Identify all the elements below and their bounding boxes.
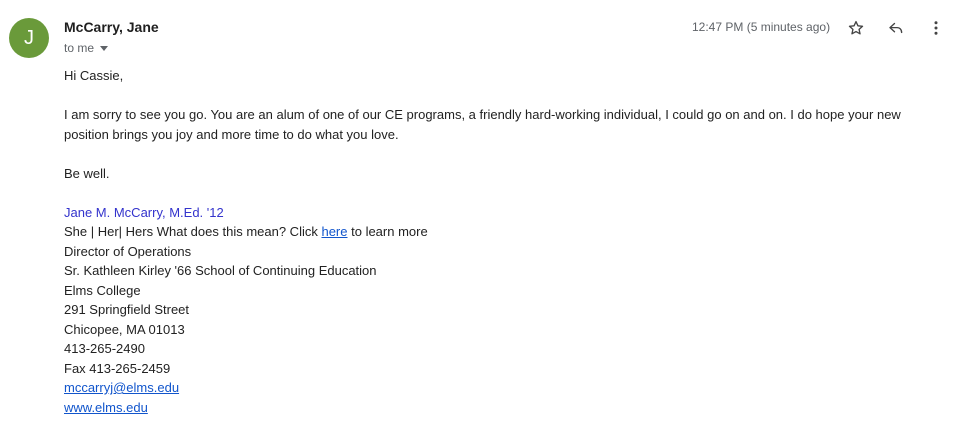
pronouns-suffix: to learn more <box>347 224 428 239</box>
greeting: Hi Cassie, <box>64 68 124 83</box>
signature-website-link[interactable]: www.elms.edu <box>64 400 148 415</box>
signature-name: Jane M. McCarry, M.Ed. '12 <box>64 204 224 220</box>
star-icon <box>848 20 864 35</box>
signature-city: Chicopee, MA 01013 <box>64 321 185 337</box>
message-body: Hi Cassie, I am sorry to see you go. You… <box>64 66 944 417</box>
signature-pronouns: She | Her| Hers What does this mean? Cli… <box>64 222 944 242</box>
caret-down-icon <box>100 46 109 51</box>
reply-button[interactable] <box>884 16 908 40</box>
closing: Be well. <box>64 165 110 181</box>
more-options-button[interactable] <box>924 16 948 40</box>
signature-email-link[interactable]: mccarryj@elms.edu <box>64 380 179 395</box>
avatar-letter: J <box>24 26 34 49</box>
more-vert-icon <box>934 21 938 35</box>
recipient-details-toggle[interactable]: to me <box>64 41 109 55</box>
signature-phone: 413-265-2490 <box>64 341 145 356</box>
signature-fax: Fax 413-265-2459 <box>64 360 171 376</box>
message-timestamp: 12:47 PM (5 minutes ago) <box>692 20 831 34</box>
recipient-label: to me <box>64 41 95 55</box>
signature-college: Elms College <box>64 282 141 298</box>
reply-icon <box>889 22 903 34</box>
pronouns-learn-more-link[interactable]: here <box>321 224 347 239</box>
star-button[interactable] <box>844 16 868 40</box>
paragraph-1: I am sorry to see you go. You are an alu… <box>64 107 901 142</box>
signature-title: Director of Operations <box>64 243 192 259</box>
signature-street: 291 Springfield Street <box>64 302 190 317</box>
pronouns-prefix: She | Her| Hers What does this mean? Cli… <box>64 224 322 239</box>
signature-school: Sr. Kathleen Kirley '66 School of Contin… <box>64 263 377 278</box>
sender-name[interactable]: McCarry, Jane <box>64 19 159 35</box>
sender-avatar[interactable]: J <box>9 18 49 58</box>
